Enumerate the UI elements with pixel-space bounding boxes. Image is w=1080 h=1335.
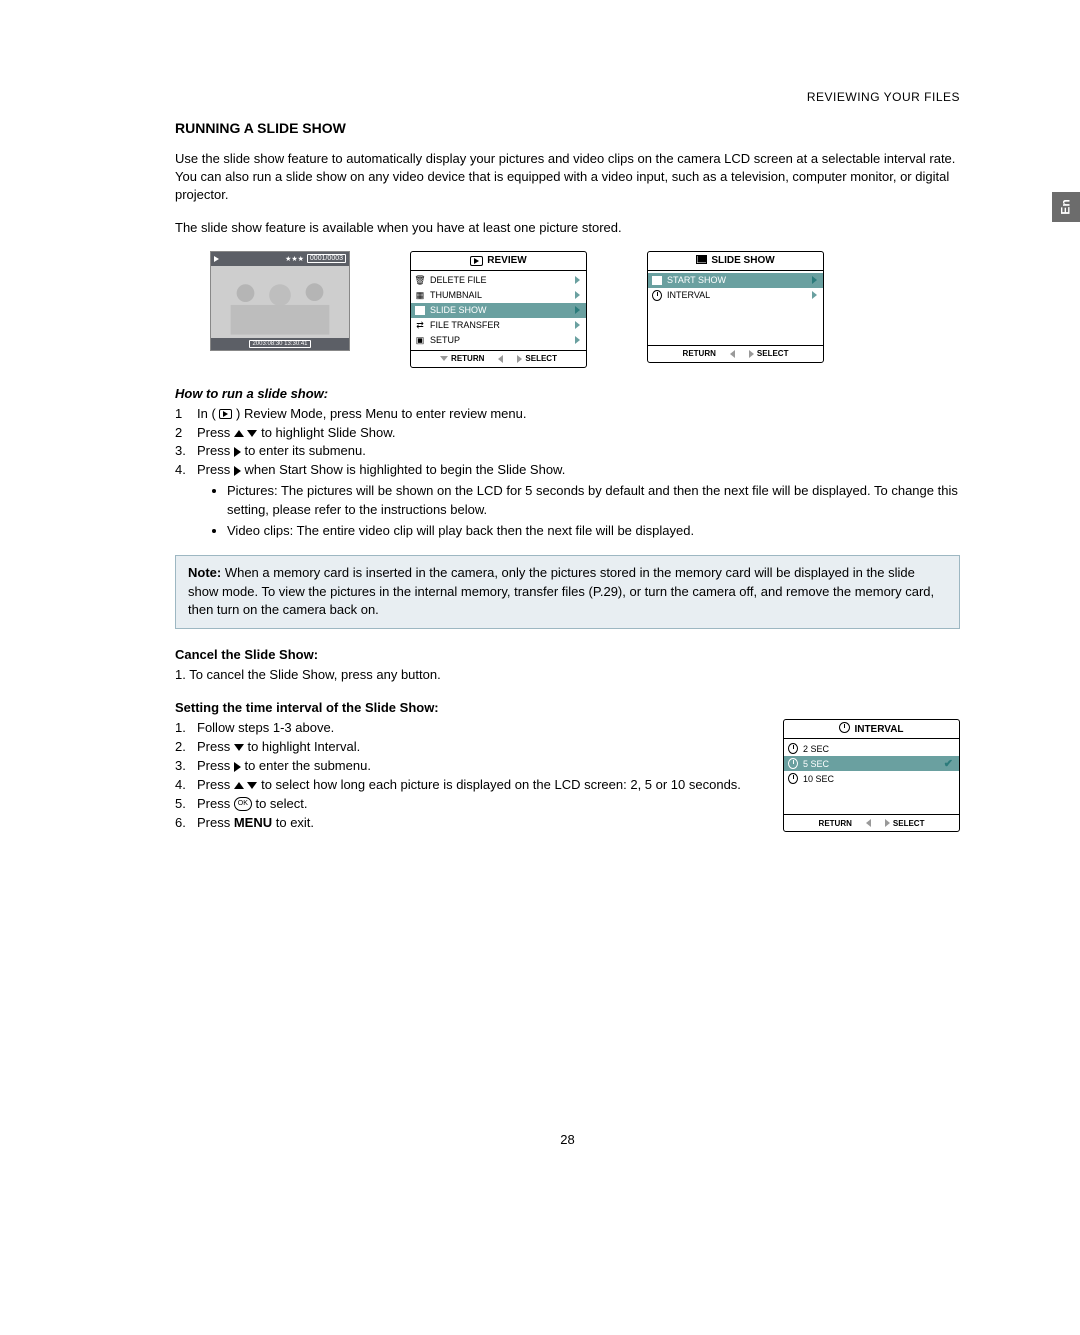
menu-row-filetransfer: ⇄FILE TRANSFER bbox=[411, 318, 586, 333]
clock-icon bbox=[788, 744, 798, 754]
intro-para-2: The slide show feature is available when… bbox=[175, 219, 960, 237]
play-icon bbox=[214, 256, 219, 262]
howto-bullets: Pictures: The pictures will be shown on … bbox=[175, 482, 960, 541]
preview-top-bar: ★★★ 0001/0003 bbox=[211, 252, 349, 266]
down-icon bbox=[440, 356, 448, 361]
intro-para-1: Use the slide show feature to automatica… bbox=[175, 150, 960, 205]
cancel-title: Cancel the Slide Show: bbox=[175, 647, 960, 662]
section-crumb: REVIEWING YOUR FILES bbox=[175, 90, 960, 104]
chevron-right-icon bbox=[575, 336, 580, 344]
right-icon bbox=[517, 355, 522, 363]
review-menu-footer: RETURN SELECT bbox=[411, 350, 586, 367]
up-icon bbox=[234, 782, 244, 789]
camera-preview-figure: ★★★ 0001/0003 JPEG 2003:08:30 13:30:41 bbox=[210, 251, 350, 351]
up-icon bbox=[234, 430, 244, 437]
menu-row-2sec: 2 SEC bbox=[784, 741, 959, 756]
chevron-right-icon bbox=[812, 276, 817, 284]
preview-count: 0001/0003 bbox=[307, 254, 346, 263]
slides-icon bbox=[415, 305, 425, 315]
note-box: Note: When a memory card is inserted in … bbox=[175, 555, 960, 630]
trash-icon: 🗑 bbox=[415, 275, 425, 285]
chevron-right-icon bbox=[575, 291, 580, 299]
clock-icon bbox=[788, 774, 798, 784]
tools-icon: ▣ bbox=[415, 335, 425, 345]
chevron-right-icon bbox=[575, 321, 580, 329]
chevron-right-icon bbox=[575, 306, 580, 314]
setting-title: Setting the time interval of the Slide S… bbox=[175, 700, 960, 715]
preview-timestamp: 2003:08:30 13:30:41 bbox=[211, 338, 349, 350]
menu-row-startshow: START SHOW bbox=[648, 273, 823, 288]
menu-row-slideshow: SLIDE SHOW bbox=[411, 303, 586, 318]
preview-stars: ★★★ bbox=[285, 255, 304, 263]
figures-row: ★★★ 0001/0003 JPEG 2003:08:30 13:30:41 bbox=[210, 251, 960, 368]
chevron-right-icon bbox=[575, 276, 580, 284]
setting-steps: 1.Follow steps 1-3 above. 2.Press to hig… bbox=[175, 719, 748, 832]
left-icon bbox=[498, 355, 503, 363]
clock-icon bbox=[839, 722, 850, 736]
slides-icon bbox=[652, 275, 662, 285]
menu-row-10sec: 10 SEC bbox=[784, 771, 959, 786]
down-icon bbox=[247, 782, 257, 789]
right-icon bbox=[885, 819, 890, 827]
play-icon bbox=[470, 256, 483, 266]
slideshow-menu-footer: RETURN SELECT bbox=[648, 345, 823, 362]
clock-icon bbox=[788, 759, 798, 769]
language-tab: En bbox=[1052, 192, 1080, 222]
slides-icon bbox=[696, 255, 707, 267]
review-menu-title: REVIEW bbox=[411, 252, 586, 271]
slideshow-menu-figure: SLIDE SHOW START SHOW INTERVAL RETURN SE… bbox=[647, 251, 824, 363]
interval-menu-footer: RETURN SELECT bbox=[784, 814, 959, 831]
ok-icon bbox=[234, 797, 252, 811]
left-icon bbox=[866, 819, 871, 827]
interval-menu-figure: INTERVAL 2 SEC 5 SEC ✔ 10 SEC bbox=[783, 719, 960, 832]
page-number: 28 bbox=[175, 1132, 960, 1187]
right-icon bbox=[234, 762, 241, 772]
down-icon bbox=[234, 744, 244, 751]
slideshow-menu-title: SLIDE SHOW bbox=[648, 252, 823, 271]
grid-icon: ▦ bbox=[415, 290, 425, 300]
interval-menu-title: INTERVAL bbox=[784, 720, 959, 739]
chevron-right-icon bbox=[812, 291, 817, 299]
right-icon bbox=[749, 350, 754, 358]
play-icon bbox=[219, 409, 232, 419]
right-icon bbox=[234, 447, 241, 457]
preview-image bbox=[211, 266, 349, 338]
right-icon bbox=[234, 466, 241, 476]
page-title: RUNNING A SLIDE SHOW bbox=[175, 120, 960, 136]
menu-row-interval: INTERVAL bbox=[648, 288, 823, 303]
check-icon: ✔ bbox=[944, 757, 953, 770]
down-icon bbox=[247, 430, 257, 437]
menu-row-thumbnail: ▦THUMBNAIL bbox=[411, 288, 586, 303]
howto-title: How to run a slide show: bbox=[175, 386, 960, 401]
transfer-icon: ⇄ bbox=[415, 320, 425, 330]
menu-row-setup: ▣SETUP bbox=[411, 333, 586, 348]
clock-icon bbox=[652, 290, 662, 300]
menu-row-5sec: 5 SEC ✔ bbox=[784, 756, 959, 771]
review-menu-figure: REVIEW 🗑DELETE FILE ▦THUMBNAIL SLIDE SHO… bbox=[410, 251, 587, 368]
menu-row-delete: 🗑DELETE FILE bbox=[411, 273, 586, 288]
left-icon bbox=[730, 350, 735, 358]
howto-steps: 1In ( ) Review Mode, press Menu to enter… bbox=[175, 405, 960, 480]
cancel-line: 1. To cancel the Slide Show, press any b… bbox=[175, 666, 960, 684]
